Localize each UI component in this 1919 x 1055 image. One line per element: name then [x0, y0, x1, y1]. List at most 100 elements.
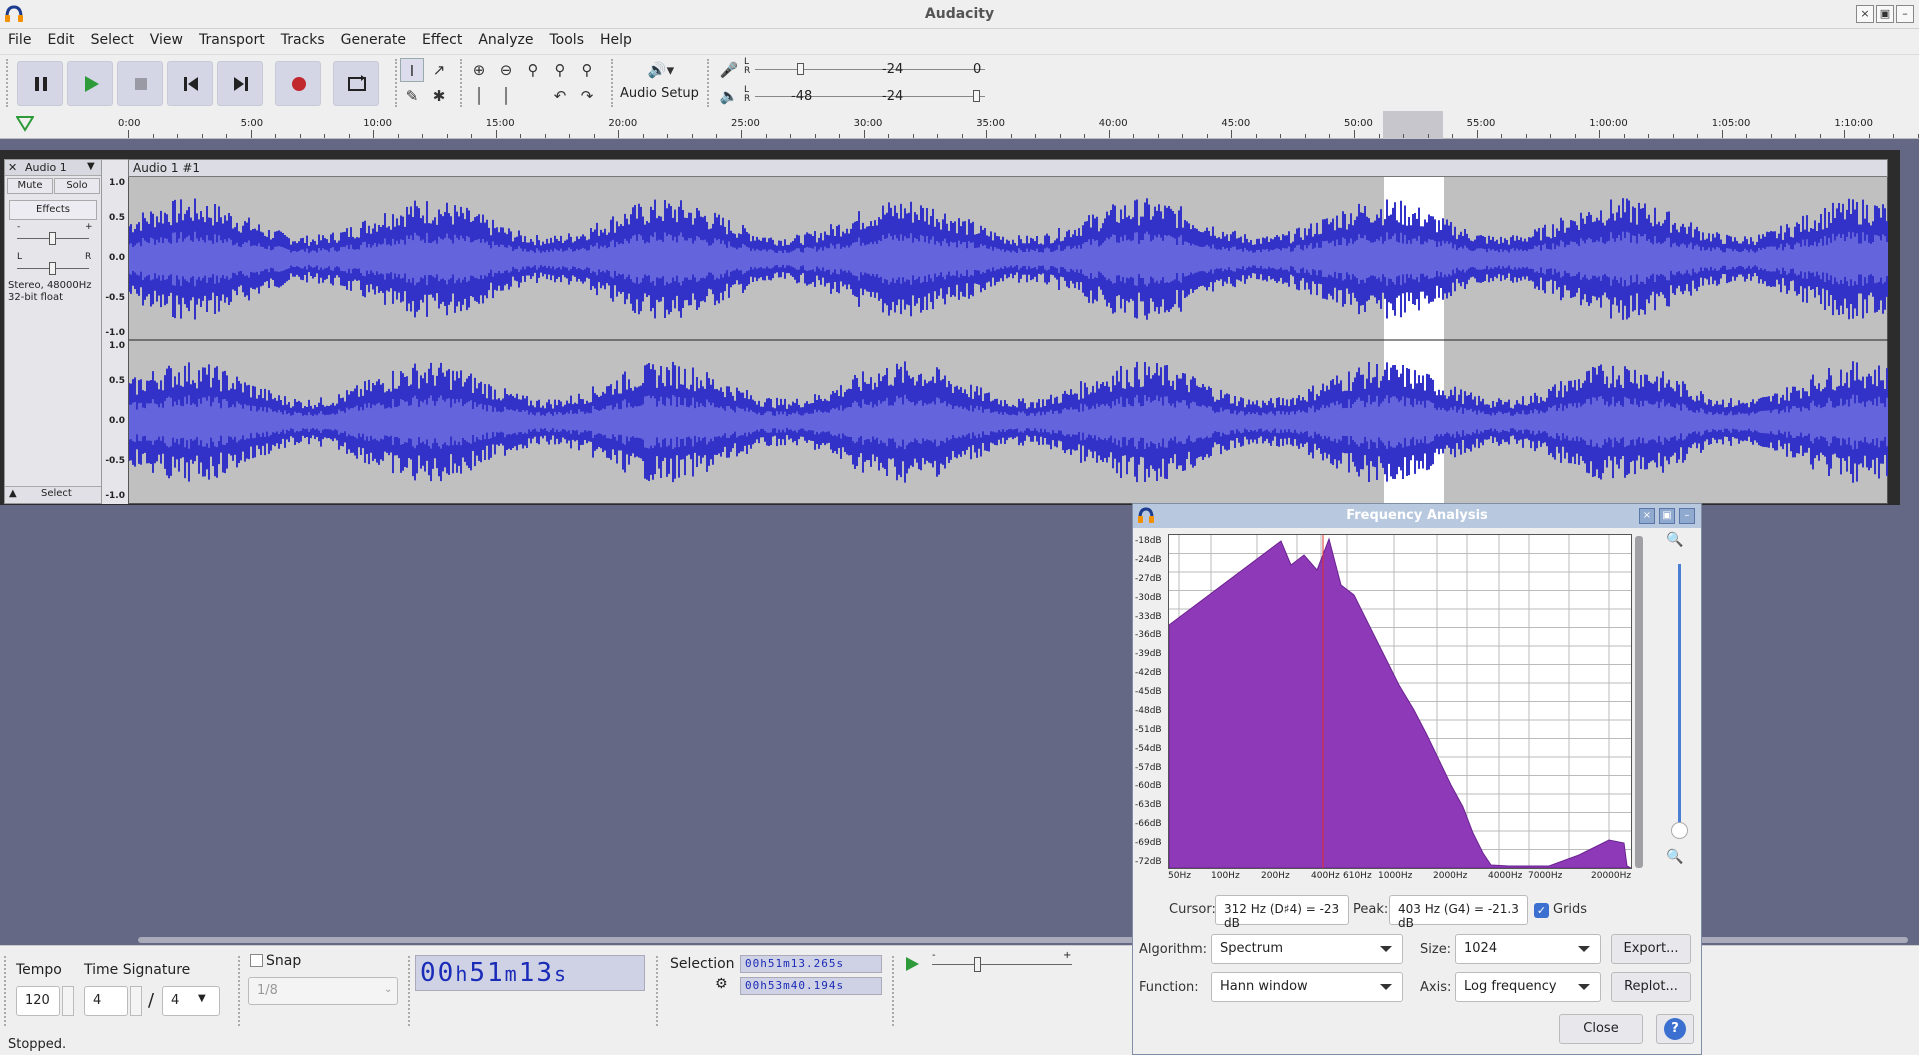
track-name[interactable]: Audio 1 — [25, 161, 67, 174]
axis-select[interactable]: Log frequency — [1455, 972, 1601, 1002]
draw-tool-icon[interactable]: ✎ — [400, 84, 424, 108]
menu-edit[interactable]: Edit — [39, 29, 82, 48]
playback-volume-slider[interactable] — [973, 90, 980, 102]
track-menu-chevron-down-icon[interactable]: ▼ — [87, 161, 95, 172]
toolbar-grip[interactable] — [656, 956, 660, 1026]
toolbar-grip[interactable] — [395, 59, 399, 107]
record-volume-slider[interactable] — [797, 63, 804, 75]
loop-button[interactable] — [333, 61, 379, 106]
spectrum-plot[interactable] — [1168, 534, 1632, 869]
play-at-speed-icon[interactable] — [902, 954, 922, 974]
dialog-minimize-button[interactable]: – — [1679, 508, 1695, 524]
ruler-tick — [1501, 134, 1503, 138]
zoom-slider-track[interactable] — [1678, 564, 1681, 829]
menu-transport[interactable]: Transport — [191, 29, 273, 48]
ruler-tick-label: 1:05:00 — [1711, 118, 1751, 129]
fit-selection-icon[interactable]: ⚲ — [521, 58, 545, 82]
menu-tracks[interactable]: Tracks — [273, 29, 333, 48]
gain-slider[interactable] — [49, 232, 56, 245]
toolbar-grip[interactable] — [892, 956, 896, 1026]
snap-to-select[interactable]: 1/8 — [248, 977, 398, 1005]
function-select[interactable]: Hann window — [1211, 972, 1403, 1002]
menu-file[interactable]: File — [0, 29, 39, 48]
stop-button[interactable] — [117, 61, 163, 106]
tempo-input[interactable]: 120 — [16, 986, 60, 1016]
zoom-out-icon[interactable]: ⊖ — [494, 58, 518, 82]
play-speed-slider[interactable] — [974, 957, 981, 972]
effects-button[interactable]: Effects — [9, 200, 97, 220]
pause-button[interactable] — [17, 61, 63, 106]
restore-window-button[interactable]: ▣ — [1876, 5, 1894, 23]
toolbar-grip[interactable] — [707, 59, 711, 107]
timeline-ruler[interactable]: 0:00 5:00 10:00 15:00 20:00 25:00 30:00 35:00 40… — [0, 111, 1919, 139]
close-window-button[interactable]: × — [1856, 5, 1874, 23]
zoom-in-icon[interactable]: 🔍 — [1666, 532, 1683, 548]
track-close-button[interactable]: ✕ — [8, 161, 17, 174]
speaker-dropdown-icon[interactable]: 🔊▾ — [641, 58, 681, 82]
close-button[interactable]: Close — [1559, 1014, 1643, 1044]
algorithm-select[interactable]: Spectrum — [1211, 934, 1403, 964]
selection-settings-gear-icon[interactable]: ⚙ — [715, 976, 728, 992]
waveform-clip[interactable] — [128, 159, 1889, 504]
play-head-marker-icon[interactable] — [16, 116, 34, 132]
snap-chevron-down-icon[interactable]: ⌄ — [384, 984, 392, 995]
solo-button[interactable]: Solo — [54, 178, 100, 194]
selection-end-time[interactable]: 00h53m40.194s — [740, 977, 882, 995]
tempo-stepper[interactable] — [62, 986, 74, 1016]
track-select-button[interactable]: Select — [41, 488, 72, 499]
toolbar-grip[interactable] — [4, 956, 8, 1026]
toolbar-grip[interactable] — [460, 59, 464, 107]
redo-icon[interactable]: ↷ — [575, 84, 599, 108]
menu-help[interactable]: Help — [592, 29, 640, 48]
dialog-close-button[interactable]: × — [1639, 508, 1655, 524]
silence-audio-icon[interactable]: │ — [494, 84, 518, 108]
dialog-maximize-button[interactable]: ▣ — [1659, 508, 1675, 524]
record-button[interactable] — [275, 61, 321, 106]
selection-start-time[interactable]: 00h51m13.265s — [740, 955, 882, 973]
toolbar-grip[interactable] — [238, 956, 242, 1026]
skip-to-end-button[interactable] — [217, 61, 263, 106]
toolbar-grip[interactable] — [611, 59, 615, 107]
size-select[interactable]: 1024 — [1455, 934, 1601, 964]
multi-tool-icon[interactable]: ✱ — [427, 84, 451, 108]
menu-effect[interactable]: Effect — [414, 29, 470, 48]
replot-button[interactable]: Replot... — [1611, 972, 1691, 1002]
playback-meter[interactable]: -48 -24 — [755, 87, 985, 107]
toolbar-grip[interactable] — [6, 59, 10, 107]
audio-setup-button[interactable]: Audio Setup — [620, 86, 699, 101]
pan-slider[interactable] — [49, 262, 56, 275]
collapse-track-icon[interactable]: ▲ — [9, 488, 17, 499]
zoom-toggle-icon[interactable]: ⚲ — [575, 58, 599, 82]
skip-to-start-button[interactable] — [167, 61, 213, 106]
play-button[interactable] — [67, 61, 113, 106]
menu-tools[interactable]: Tools — [542, 29, 593, 48]
time-display[interactable]: 00h51m13s — [415, 955, 645, 991]
envelope-tool-icon[interactable]: ↗ — [427, 58, 451, 82]
menu-view[interactable]: View — [142, 29, 191, 48]
fit-project-icon[interactable]: ⚲ — [548, 58, 572, 82]
denominator-chevron-down-icon[interactable]: ▼ — [198, 993, 206, 1004]
selection-tool-icon[interactable]: I — [400, 58, 424, 82]
play-speed-track[interactable] — [932, 964, 1072, 965]
menu-select[interactable]: Select — [83, 29, 142, 48]
zoom-in-icon[interactable]: ⊕ — [467, 58, 491, 82]
zoom-out-icon[interactable]: 🔍 — [1666, 849, 1683, 865]
zoom-slider[interactable] — [1671, 822, 1688, 839]
time-signature-numerator[interactable]: 4 — [84, 986, 128, 1016]
grids-checkbox[interactable]: ✓ — [1534, 903, 1549, 918]
record-meter[interactable]: -24 0 — [755, 60, 985, 80]
plot-vertical-scrollbar[interactable] — [1635, 536, 1643, 868]
menu-analyze[interactable]: Analyze — [470, 29, 541, 48]
export-button[interactable]: Export... — [1611, 934, 1691, 964]
trim-audio-icon[interactable]: │ — [467, 84, 491, 108]
clip-title[interactable]: Audio 1 #1 — [128, 159, 1888, 177]
help-button[interactable]: ? — [1656, 1014, 1694, 1044]
minimize-window-button[interactable]: – — [1896, 5, 1914, 23]
menu-generate[interactable]: Generate — [333, 29, 414, 48]
undo-icon[interactable]: ↶ — [548, 84, 572, 108]
numerator-stepper[interactable] — [130, 986, 142, 1016]
mute-button[interactable]: Mute — [7, 178, 53, 194]
snap-checkbox[interactable] — [250, 954, 263, 967]
time-signature-denominator[interactable]: 4 — [162, 986, 220, 1016]
toolbar-grip[interactable] — [408, 956, 412, 1026]
